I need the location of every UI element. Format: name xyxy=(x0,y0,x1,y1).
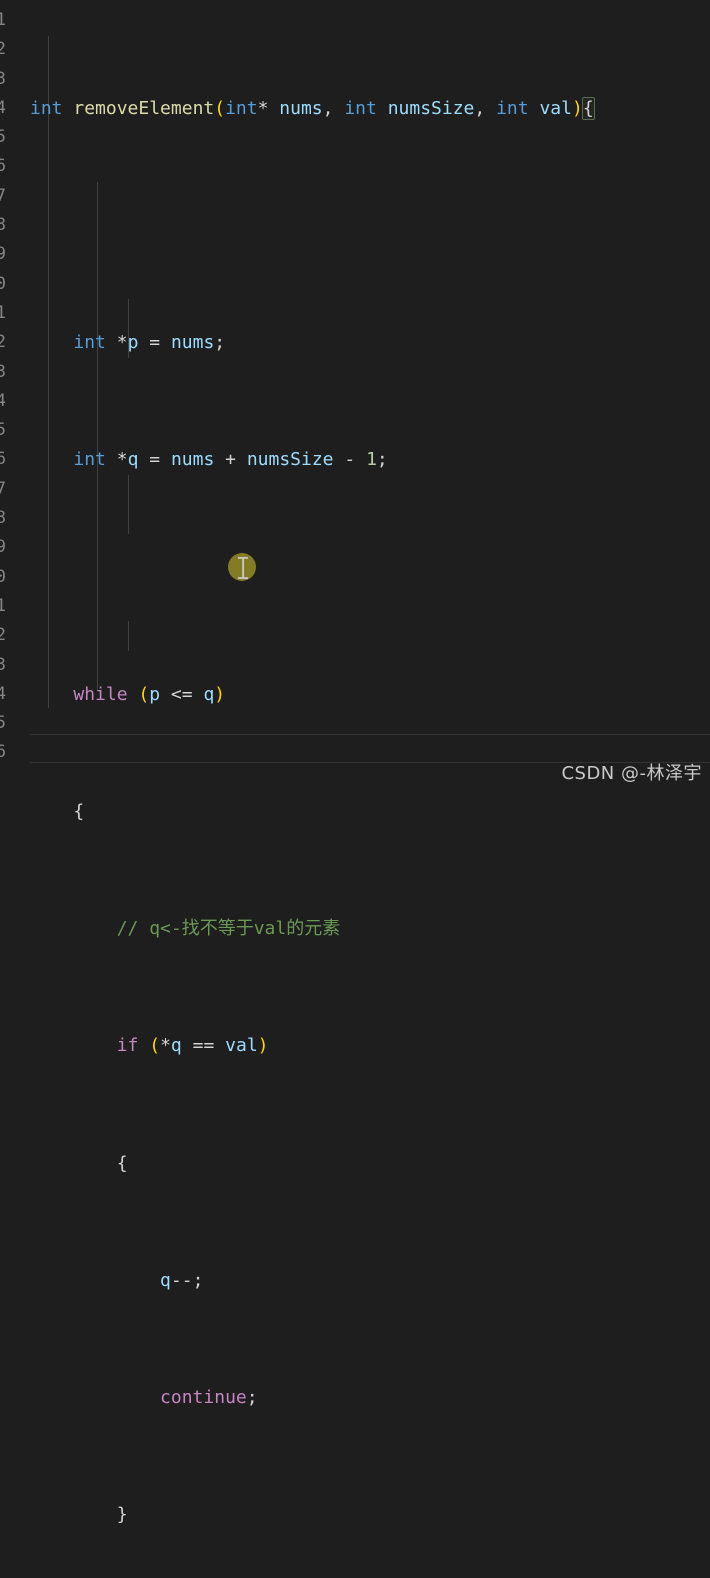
token-paren-close: ) xyxy=(214,683,226,705)
code-line-13[interactable]: } xyxy=(30,1500,710,1529)
line-number: 10 xyxy=(0,273,6,294)
line-number: 2 xyxy=(0,39,6,60)
token-type-int: int xyxy=(344,97,377,119)
code-line-2[interactable] xyxy=(30,211,710,240)
token-star: * xyxy=(116,449,128,471)
line-number: 19 xyxy=(0,537,6,558)
token-star: * xyxy=(257,97,269,119)
line-number: 20 xyxy=(0,566,6,587)
line-number: 24 xyxy=(0,683,6,704)
token-op-eq: == xyxy=(192,1035,215,1057)
line-number: 6 xyxy=(0,156,6,177)
token-var-q: q xyxy=(127,449,139,471)
code-line-6[interactable]: while (p <= q) xyxy=(30,680,710,709)
line-number: 17 xyxy=(0,478,6,499)
token-comma: , xyxy=(322,97,334,119)
token-var-nums: nums xyxy=(170,449,215,471)
token-keyword-if: if xyxy=(116,1035,139,1057)
token-plus: + xyxy=(225,449,236,471)
token-paren-open: ( xyxy=(149,1035,161,1057)
line-number: 15 xyxy=(0,420,6,441)
line-number: 5 xyxy=(0,127,6,148)
token-minus: - xyxy=(344,449,356,471)
token-var-val: val xyxy=(225,1035,258,1057)
token-var-nums: nums xyxy=(170,332,215,354)
code-line-9[interactable]: if (*q == val) xyxy=(30,1031,710,1060)
code-editor[interactable]: 1 2 3 4 5 6 7 8 9 10 11 12 13 14 15 16 1… xyxy=(0,0,710,1525)
token-keyword-continue: continue xyxy=(160,1386,247,1408)
token-brace-open: { xyxy=(73,801,85,823)
token-op-le: <= xyxy=(170,683,193,705)
token-var-q: q xyxy=(203,683,215,705)
token-param-val: val xyxy=(539,97,572,119)
token-assign: = xyxy=(149,449,161,471)
token-assign: = xyxy=(149,332,161,354)
line-number: 22 xyxy=(0,625,6,646)
token-comment: // q<-找不等于val的元素 xyxy=(116,918,341,940)
line-number: 21 xyxy=(0,595,6,616)
line-number: 25 xyxy=(0,713,6,734)
line-number: 14 xyxy=(0,390,6,411)
token-semicolon: ; xyxy=(214,332,226,354)
token-var-p: p xyxy=(127,332,139,354)
line-number: 4 xyxy=(0,97,6,118)
token-var-q: q xyxy=(170,1035,182,1057)
code-line-1[interactable]: int removeElement(int* nums, int numsSiz… xyxy=(30,94,710,123)
line-number: 23 xyxy=(0,654,6,675)
token-paren-open: ( xyxy=(214,97,226,119)
code-line-11[interactable]: q--; xyxy=(30,1266,710,1295)
line-number-gutter: 1 2 3 4 5 6 7 8 9 10 11 12 13 14 15 16 1… xyxy=(0,0,8,789)
token-var-q: q xyxy=(160,1269,171,1291)
line-number: 11 xyxy=(0,302,6,323)
line-number: 1 xyxy=(0,10,6,30)
code-line-10[interactable]: { xyxy=(30,1149,710,1178)
token-brace-open-matched: { xyxy=(581,96,595,120)
line-number: 3 xyxy=(0,68,6,89)
code-line-7[interactable]: { xyxy=(30,797,710,826)
line-number: 12 xyxy=(0,332,6,353)
line-number: 16 xyxy=(0,449,6,470)
line-number: 7 xyxy=(0,185,6,206)
code-line-12[interactable]: continue; xyxy=(30,1383,710,1412)
code-line-4[interactable]: int *q = nums + numsSize - 1; xyxy=(30,445,710,474)
token-type-int: int xyxy=(73,449,106,471)
token-paren-close: ) xyxy=(257,1035,269,1057)
token-function-name: removeElement xyxy=(73,97,215,119)
token-star: * xyxy=(116,332,128,354)
line-number: 18 xyxy=(0,508,6,529)
token-paren-close: ) xyxy=(571,97,583,119)
token-type-int: int xyxy=(496,97,529,119)
token-var-p: p xyxy=(149,683,161,705)
token-brace-close: } xyxy=(116,1504,128,1526)
csdn-watermark: CSDN @-林泽宇 xyxy=(561,763,702,784)
token-semicolon: ; xyxy=(192,1269,204,1291)
token-paren-open: ( xyxy=(138,683,150,705)
code-line-5[interactable] xyxy=(30,563,710,592)
token-param-nums: nums xyxy=(279,97,323,119)
line-number: 13 xyxy=(0,361,6,382)
token-star: * xyxy=(160,1035,171,1057)
line-number: 26 xyxy=(0,742,6,763)
token-keyword-while: while xyxy=(73,683,128,705)
token-op-decrement: -- xyxy=(170,1269,193,1291)
line-number: 8 xyxy=(0,215,6,236)
line-number: 9 xyxy=(0,244,6,265)
code-line-8[interactable]: // q<-找不等于val的元素 xyxy=(30,914,710,943)
token-param-numsSize: numsSize xyxy=(387,97,475,119)
code-content[interactable]: int removeElement(int* nums, int numsSiz… xyxy=(30,6,710,1578)
code-line-3[interactable]: int *p = nums; xyxy=(30,328,710,357)
token-semicolon: ; xyxy=(376,449,388,471)
token-comma: , xyxy=(474,97,486,119)
token-number-one: 1 xyxy=(366,449,377,471)
token-brace-open: { xyxy=(116,1152,128,1174)
token-type-int: int xyxy=(30,97,63,119)
token-var-numsSize: numsSize xyxy=(246,449,334,471)
token-type-int: int xyxy=(225,97,258,119)
token-type-int: int xyxy=(73,332,106,354)
token-semicolon: ; xyxy=(246,1386,258,1408)
